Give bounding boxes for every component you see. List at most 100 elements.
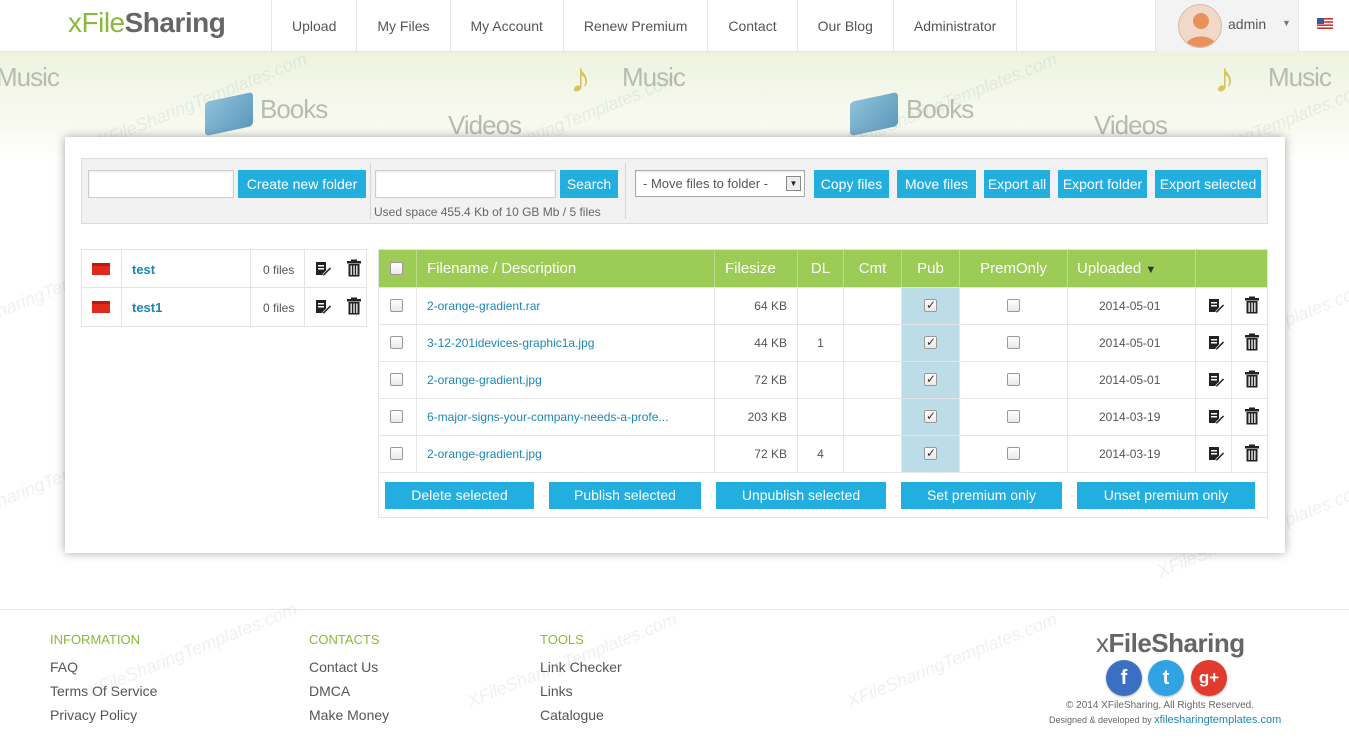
row-select-checkbox[interactable] bbox=[390, 373, 403, 386]
public-checkbox[interactable] bbox=[924, 408, 937, 424]
nav-renew-premium[interactable]: Renew Premium bbox=[562, 0, 707, 52]
file-table: Filename / Description Filesize DL Cmt P… bbox=[378, 249, 1268, 518]
us-flag-icon[interactable] bbox=[1317, 18, 1333, 29]
set-premium-button[interactable]: Set premium only bbox=[901, 482, 1062, 509]
premium-only-checkbox[interactable] bbox=[1007, 336, 1020, 349]
user-menu[interactable]: admin ▼ bbox=[1155, 0, 1299, 52]
public-checkbox[interactable] bbox=[924, 334, 937, 350]
table-row: 2-orange-gradient.jpg 72 KB 2014-05-01 bbox=[379, 361, 1267, 398]
col-filesize[interactable]: Filesize bbox=[715, 250, 798, 287]
publish-selected-button[interactable]: Publish selected bbox=[549, 482, 701, 509]
folder-link[interactable]: test bbox=[132, 262, 155, 277]
file-link[interactable]: 2-orange-gradient.rar bbox=[427, 299, 540, 313]
public-checkbox[interactable] bbox=[924, 371, 937, 387]
footer-link-contact[interactable]: Contact Us bbox=[309, 655, 389, 679]
upload-date: 2014-05-01 bbox=[1068, 325, 1196, 361]
toolbar-divider bbox=[625, 163, 626, 219]
file-link[interactable]: 3-12-201idevices-graphic1a.jpg bbox=[427, 336, 594, 350]
export-folder-button[interactable]: Export folder bbox=[1058, 170, 1147, 198]
search-input[interactable] bbox=[375, 170, 556, 198]
edit-icon[interactable] bbox=[314, 298, 332, 316]
row-select-checkbox[interactable] bbox=[390, 410, 403, 423]
premium-only-checkbox[interactable] bbox=[1007, 410, 1020, 423]
edit-icon[interactable] bbox=[1207, 408, 1225, 426]
create-folder-button[interactable]: Create new folder bbox=[238, 170, 366, 198]
delete-selected-button[interactable]: Delete selected bbox=[385, 482, 534, 509]
footer-link-checker[interactable]: Link Checker bbox=[540, 655, 622, 679]
trash-icon[interactable] bbox=[1243, 296, 1261, 314]
folder-icon bbox=[92, 301, 110, 313]
move-to-folder-select[interactable]: - Move files to folder - ▼ bbox=[635, 170, 805, 197]
premium-only-checkbox[interactable] bbox=[1007, 373, 1020, 386]
search-button[interactable]: Search bbox=[560, 170, 618, 198]
nav-upload[interactable]: Upload bbox=[271, 0, 356, 52]
folder-row: test 0 files bbox=[81, 249, 367, 288]
file-link[interactable]: 2-orange-gradient.jpg bbox=[427, 373, 542, 387]
row-select-checkbox[interactable] bbox=[390, 447, 403, 460]
copy-files-button[interactable]: Copy files bbox=[814, 170, 889, 198]
footer-link-dmca[interactable]: DMCA bbox=[309, 679, 389, 703]
music-note-icon: ♪ bbox=[1214, 54, 1235, 101]
unpublish-selected-button[interactable]: Unpublish selected bbox=[716, 482, 886, 509]
nav-my-files[interactable]: My Files bbox=[356, 0, 449, 52]
col-uploaded[interactable]: Uploaded ▼ bbox=[1068, 250, 1196, 287]
export-selected-button[interactable]: Export selected bbox=[1155, 170, 1261, 198]
premium-only-checkbox[interactable] bbox=[1007, 299, 1020, 312]
edit-icon[interactable] bbox=[1207, 371, 1225, 389]
trash-icon[interactable] bbox=[1243, 370, 1261, 388]
file-link[interactable]: 2-orange-gradient.jpg bbox=[427, 447, 542, 461]
trash-icon[interactable] bbox=[1243, 444, 1261, 462]
edit-icon[interactable] bbox=[314, 260, 332, 278]
nav-our-blog[interactable]: Our Blog bbox=[796, 0, 893, 52]
footer-link-links[interactable]: Links bbox=[540, 679, 622, 703]
trash-icon[interactable] bbox=[345, 259, 363, 277]
upload-date: 2014-05-01 bbox=[1068, 362, 1196, 398]
footer-link-catalogue[interactable]: Catalogue bbox=[540, 703, 622, 727]
file-size: 44 KB bbox=[715, 325, 798, 361]
export-all-button[interactable]: Export all bbox=[984, 170, 1050, 198]
google-plus-icon[interactable]: g+ bbox=[1191, 660, 1227, 696]
trash-icon[interactable] bbox=[1243, 407, 1261, 425]
twitter-icon[interactable]: t bbox=[1148, 660, 1184, 696]
trash-icon[interactable] bbox=[1243, 333, 1261, 351]
user-name: admin bbox=[1228, 16, 1267, 32]
col-dl[interactable]: DL bbox=[798, 250, 844, 287]
site-logo[interactable]: xFileSharing bbox=[68, 7, 226, 39]
trash-icon[interactable] bbox=[345, 297, 363, 315]
col-premonly[interactable]: PremOnly bbox=[960, 250, 1068, 287]
col-filename[interactable]: Filename / Description bbox=[417, 250, 715, 287]
nav-administrator[interactable]: Administrator bbox=[892, 0, 1018, 52]
footer-contacts: CONTACTS Contact Us DMCA Make Money bbox=[309, 632, 389, 727]
row-select-checkbox[interactable] bbox=[390, 299, 403, 312]
nav-contact[interactable]: Contact bbox=[707, 0, 796, 52]
banner-word: Music bbox=[1268, 62, 1332, 92]
facebook-icon[interactable]: f bbox=[1106, 660, 1142, 696]
move-files-button[interactable]: Move files bbox=[897, 170, 976, 198]
public-checkbox[interactable] bbox=[924, 445, 937, 461]
row-select-checkbox[interactable] bbox=[390, 336, 403, 349]
file-manager-card: Create new folder Search Used space 455.… bbox=[65, 137, 1285, 553]
footer-heading: TOOLS bbox=[540, 632, 584, 647]
footer-heading: INFORMATION bbox=[50, 632, 141, 647]
unset-premium-button[interactable]: Unset premium only bbox=[1077, 482, 1255, 509]
designer-link[interactable]: xfilesharingtemplates.com bbox=[1154, 714, 1281, 726]
banner-word: Books bbox=[906, 94, 974, 124]
edit-icon[interactable] bbox=[1207, 334, 1225, 352]
public-checkbox[interactable] bbox=[924, 297, 937, 313]
folder-link[interactable]: test1 bbox=[132, 300, 162, 315]
nav-my-account[interactable]: My Account bbox=[449, 0, 563, 52]
new-folder-input[interactable] bbox=[88, 170, 234, 198]
footer-link-privacy[interactable]: Privacy Policy bbox=[50, 703, 157, 727]
footer-link-make-money[interactable]: Make Money bbox=[309, 703, 389, 727]
copyright-text: © 2014 XFileSharing, All Rights Reserved… bbox=[1066, 700, 1255, 711]
edit-icon[interactable] bbox=[1207, 297, 1225, 315]
edit-icon[interactable] bbox=[1207, 445, 1225, 463]
footer-link-terms[interactable]: Terms Of Service bbox=[50, 679, 157, 703]
footer-link-faq[interactable]: FAQ bbox=[50, 655, 157, 679]
premium-only-checkbox[interactable] bbox=[1007, 447, 1020, 460]
file-rows: 2-orange-gradient.rar64 KB2014-05-013-12… bbox=[379, 287, 1267, 472]
file-link[interactable]: 6-major-signs-your-company-needs-a-profe… bbox=[427, 410, 668, 424]
col-cmt[interactable]: Cmt bbox=[844, 250, 902, 287]
select-all-checkbox[interactable] bbox=[390, 262, 403, 275]
col-pub[interactable]: Pub bbox=[902, 250, 960, 287]
